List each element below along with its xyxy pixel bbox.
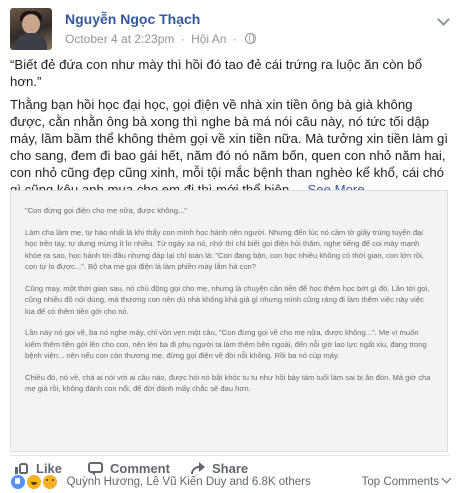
like-reaction-icon — [10, 474, 26, 490]
post-body: Thằng bạn hồi học đại học, gọi điện về n… — [10, 96, 450, 198]
globe-icon — [245, 33, 257, 45]
post-header: Nguyễn Ngọc Thạch October 4 at 2:23pm · … — [10, 8, 450, 52]
facebook-post: Nguyễn Ngọc Thạch October 4 at 2:23pm · … — [0, 0, 458, 493]
meta-separator-2: · — [232, 31, 237, 46]
reactions-summary[interactable]: Quỳnh Hương, Lê Vũ Kiến Duy and 6.8K oth… — [10, 473, 452, 493]
post-image[interactable]: "Con đừng gọi điện cho mẹ nữa, được khôn… — [10, 190, 448, 452]
post-image-text: "Con đừng gọi điện cho mẹ nữa, được khôn… — [25, 205, 433, 405]
image-paragraph: "Con đừng gọi điện cho mẹ nữa, được khôn… — [25, 206, 187, 215]
image-paragraph: Cũng may, một thời gian sau, nó chủ động… — [25, 283, 430, 316]
post-meta: October 4 at 2:23pm · Hội An · — [65, 31, 257, 46]
meta-separator: · — [180, 31, 185, 46]
post-options-chevron-icon[interactable] — [436, 14, 450, 28]
image-paragraph: Chiều đó, nó về, chả ai nói với ai câu n… — [25, 372, 431, 394]
post-location[interactable]: Hội An — [191, 32, 226, 46]
sad-reaction-icon — [42, 474, 59, 490]
chevron-down-icon — [441, 473, 452, 484]
post-quote: “Biết đẻ đứa con như mày thì hồi đó tao … — [10, 57, 423, 89]
post-timestamp[interactable]: October 4 at 2:23pm — [65, 32, 174, 46]
author-avatar[interactable] — [10, 8, 52, 50]
haha-reaction-icon — [26, 474, 43, 490]
top-comments-dropdown[interactable]: Top Comments — [362, 473, 452, 488]
image-paragraph: Làm cha làm mẹ, tự hào nhất là khi thấy … — [25, 227, 424, 272]
author-name[interactable]: Nguyễn Ngọc Thạch — [65, 11, 200, 27]
image-paragraph: Lần này nó gọi về, ba nó nghe máy, chỉ v… — [25, 328, 427, 360]
reaction-names[interactable]: Quỳnh Hương, Lê Vũ Kiến Duy and 6.8K oth… — [67, 476, 311, 488]
post-text: “Biết đẻ đứa con như mày thì hồi đó tao … — [10, 56, 450, 204]
